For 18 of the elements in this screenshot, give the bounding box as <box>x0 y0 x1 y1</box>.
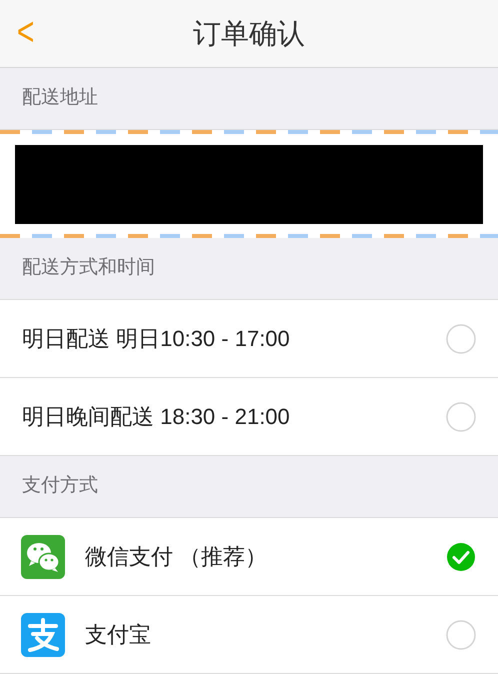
radio-icon[interactable] <box>446 402 476 432</box>
payment-option-label: 支付宝 <box>85 621 152 649</box>
delivery-option-label: 明日配送 明日10:30 - 17:00 <box>22 325 291 353</box>
page-title: 订单确认 <box>193 16 305 50</box>
delivery-option[interactable]: 明日配送 明日10:30 - 17:00 <box>0 300 498 378</box>
payment-logo-icon <box>21 612 65 656</box>
delivery-option[interactable]: 明日晚间配送 18:30 - 21:00 <box>0 378 498 456</box>
radio-icon[interactable] <box>446 620 476 650</box>
section-heading: 配送方式和时间 <box>22 256 155 280</box>
payment-option[interactable]: 支付宝 <box>0 596 498 674</box>
delivery-option-label: 明日晚间配送 18:30 - 21:00 <box>22 403 291 431</box>
chat-bubbles-icon <box>21 534 65 578</box>
section-heading: 支付方式 <box>22 474 98 498</box>
payment-option[interactable]: 微信支付 （推荐） <box>0 518 498 596</box>
payment-option-label: 微信支付 （推荐） <box>85 543 268 571</box>
radio-icon[interactable] <box>446 324 476 354</box>
section-heading: 配送地址 <box>22 86 98 110</box>
checked-radio-icon[interactable] <box>446 542 476 572</box>
